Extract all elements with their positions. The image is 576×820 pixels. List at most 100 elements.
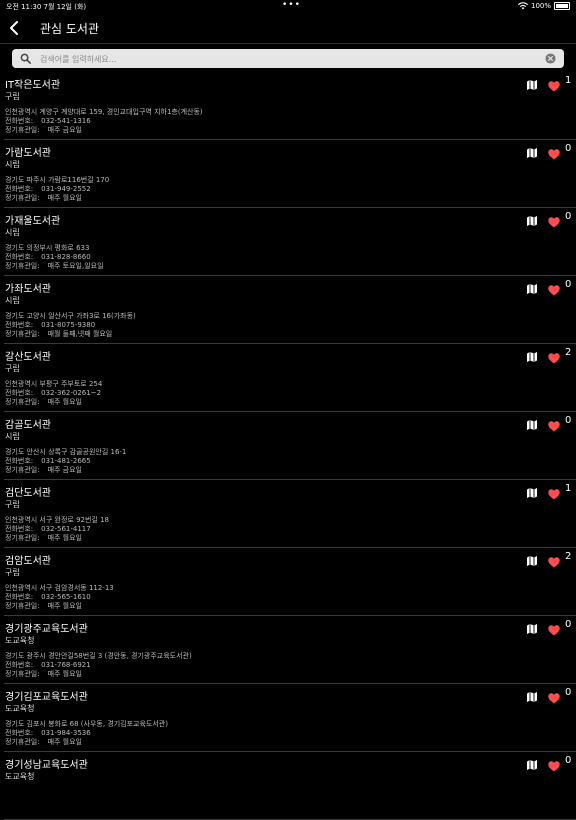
- wifi-icon: [517, 2, 528, 10]
- heart-icon[interactable]: [548, 145, 560, 160]
- library-name: 검암도서관: [5, 556, 51, 567]
- map-icon[interactable]: [526, 484, 538, 498]
- phone-value: 032-362-0261~2: [41, 389, 102, 397]
- nav-bar: 관심 도서관: [0, 13, 576, 44]
- closed-label: 정기휴관일:: [5, 194, 40, 202]
- closed-label: 정기휴관일:: [5, 738, 40, 746]
- library-name: 경기성남교육도서관: [5, 760, 88, 771]
- closed-label: 정기휴관일:: [5, 330, 40, 338]
- clear-search-icon[interactable]: [545, 53, 556, 64]
- map-icon[interactable]: [526, 416, 538, 430]
- status-bar: 오전 11:30 7월 12일 (화) ••• 100%: [0, 0, 576, 13]
- favorite-count: 1: [565, 75, 572, 86]
- library-type: 도교육청: [5, 772, 35, 781]
- library-row[interactable]: 가좌도서관 시립 경기도 고양시 일산서구 가좌3로 16(가좌동) 전화번호: 031…: [4, 276, 576, 344]
- library-row[interactable]: 가재울도서관 시립 경기도 의정부시 평화로 633 전화번호: 031-828-866…: [4, 208, 576, 276]
- closed-label: 정기휴관일:: [5, 670, 40, 678]
- library-row[interactable]: 감골도서관 시립 경기도 안산시 상록구 감골공원안길 16-1 전화번호: 031-4…: [4, 412, 576, 480]
- library-type: 시립: [5, 228, 20, 237]
- favorite-count: 0: [565, 279, 572, 290]
- map-icon[interactable]: [526, 688, 538, 702]
- search-input[interactable]: [38, 51, 542, 68]
- page-title: 관심 도서관: [40, 22, 100, 36]
- favorite-count: 0: [565, 211, 572, 222]
- library-name: 가좌도서관: [5, 284, 51, 295]
- favorite-count: 0: [565, 143, 572, 154]
- back-chevron-icon[interactable]: [6, 19, 24, 37]
- favorite-count: 0: [565, 415, 572, 426]
- library-name: 경기광주교육도서관: [5, 624, 88, 635]
- library-row[interactable]: 가람도서관 시립 경기도 파주시 가람로116번길 170 전화번호: 031-949-…: [4, 140, 576, 208]
- closed-label: 정기휴관일:: [5, 466, 40, 474]
- map-icon[interactable]: [526, 212, 538, 226]
- favorite-count: 2: [565, 347, 572, 358]
- heart-icon[interactable]: [548, 485, 560, 500]
- closed-value: 매주 금요일: [47, 126, 82, 134]
- closed-value: 매주 토요일,일요일: [47, 262, 104, 270]
- favorite-count: 2: [565, 551, 572, 562]
- library-type: 시립: [5, 432, 20, 441]
- map-icon[interactable]: [526, 76, 538, 90]
- phone-value: 032-565-1610: [41, 593, 91, 601]
- favorite-count: 0: [565, 619, 572, 630]
- library-closed-day: 정기휴관일: 매주 금요일: [5, 125, 82, 135]
- library-closed-day: 정기휴관일: 매주 월요일: [5, 601, 82, 611]
- library-name: 가재울도서관: [5, 216, 61, 227]
- library-closed-day: 정기휴관일: 매주 토요일,일요일: [5, 261, 104, 271]
- library-row[interactable]: 검암도서관 구립 인천광역시 서구 검암경서동 112-13 전화번호: 032-565…: [4, 548, 576, 616]
- heart-icon[interactable]: [548, 281, 560, 296]
- heart-icon[interactable]: [548, 689, 560, 704]
- library-list: IT작은도서관 구립 인천광역시 계양구 계양대로 159, 경인교대입구역 지하1…: [0, 72, 576, 820]
- search-bar: [12, 49, 564, 68]
- library-type: 도교육청: [5, 636, 35, 645]
- closed-value: 매주 월요일: [47, 194, 82, 202]
- heart-icon[interactable]: [548, 349, 560, 364]
- library-name: 감골도서관: [5, 420, 51, 431]
- heart-icon[interactable]: [548, 77, 560, 92]
- favorite-count: 1: [565, 483, 572, 494]
- closed-value: 매주 월요일: [47, 670, 82, 678]
- battery-icon: [554, 2, 570, 10]
- library-name: 가람도서관: [5, 148, 51, 159]
- map-icon[interactable]: [526, 620, 538, 634]
- library-closed-day: 정기휴관일: 매주 월요일: [5, 397, 82, 407]
- library-closed-day: 정기휴관일: 매월 둘째,넷째 월요일: [5, 329, 112, 339]
- heart-icon[interactable]: [548, 417, 560, 432]
- phone-value: 032-561-4117: [41, 525, 91, 533]
- library-row[interactable]: 검단도서관 구립 인천광역시 서구 완정로 92번길 18 전화번호: 032-561-…: [4, 480, 576, 548]
- closed-value: 매주 월요일: [47, 602, 82, 610]
- library-row[interactable]: IT작은도서관 구립 인천광역시 계양구 계양대로 159, 경인교대입구역 지하1…: [4, 72, 576, 140]
- map-icon[interactable]: [526, 144, 538, 158]
- library-closed-day: 정기휴관일: 매주 월요일: [5, 193, 82, 203]
- heart-icon[interactable]: [548, 757, 560, 772]
- heart-icon[interactable]: [548, 553, 560, 568]
- heart-icon[interactable]: [548, 621, 560, 636]
- library-type: 구립: [5, 92, 20, 101]
- multitask-dots-icon[interactable]: •••: [282, 0, 301, 10]
- closed-value: 매주 월요일: [47, 534, 82, 542]
- closed-label: 정기휴관일:: [5, 126, 40, 134]
- library-row[interactable]: 경기광주교육도서관 도교육청 경기도 광주시 경안안길58번길 3 (경안동, 경기…: [4, 616, 576, 684]
- library-row[interactable]: 갈산도서관 구립 인천광역시 부평구 주부토로 254 전화번호: 032-362-02…: [4, 344, 576, 412]
- library-type: 도교육청: [5, 704, 35, 713]
- heart-icon[interactable]: [548, 213, 560, 228]
- library-closed-day: 정기휴관일: 매주 월요일: [5, 533, 82, 543]
- library-name: IT작은도서관: [5, 80, 61, 91]
- library-type: 시립: [5, 296, 20, 305]
- closed-value: 매월 둘째,넷째 월요일: [47, 330, 113, 338]
- library-row[interactable]: 경기성남교육도서관 도교육청 0: [4, 752, 576, 820]
- phone-value: 031-8075-9380: [41, 321, 96, 329]
- favorite-count: 0: [565, 755, 572, 766]
- library-row[interactable]: 경기김포교육도서관 도교육청 경기도 김포시 봉화로 68 (사우동, 경기김포교육…: [4, 684, 576, 752]
- map-icon[interactable]: [526, 552, 538, 566]
- phone-value: 031-984-3536: [41, 729, 91, 737]
- closed-label: 정기휴관일:: [5, 534, 40, 542]
- library-name: 검단도서관: [5, 488, 51, 499]
- map-icon[interactable]: [526, 756, 538, 770]
- map-icon[interactable]: [526, 348, 538, 362]
- library-type: 구립: [5, 568, 20, 577]
- battery-percent: 100%: [530, 2, 551, 10]
- closed-label: 정기휴관일:: [5, 262, 40, 270]
- map-icon[interactable]: [526, 280, 538, 294]
- closed-label: 정기휴관일:: [5, 398, 40, 406]
